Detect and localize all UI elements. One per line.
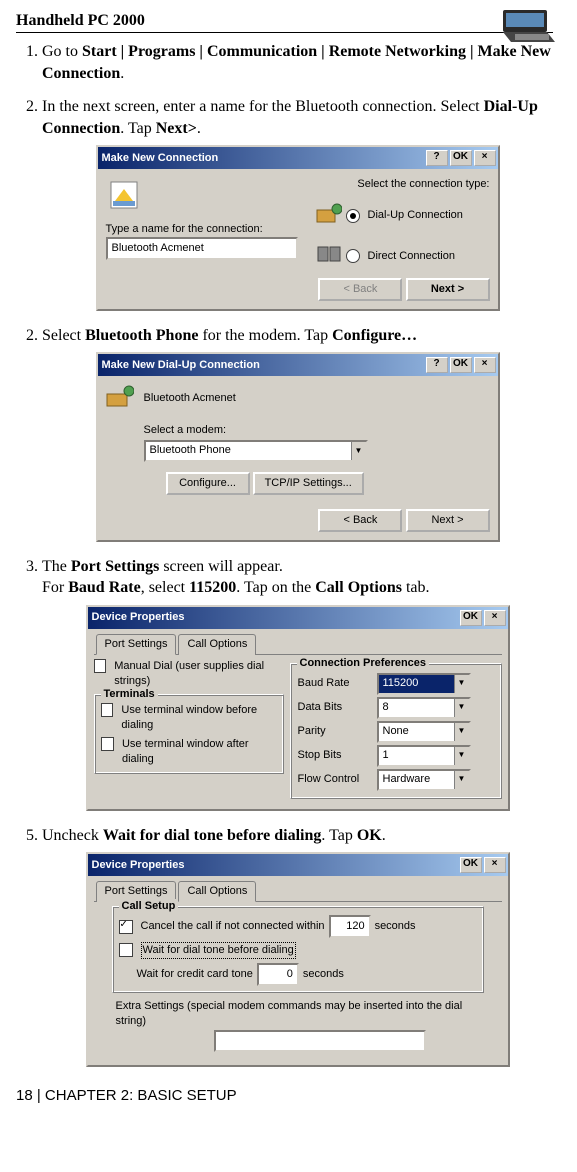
conn-pref-table: Baud Rate 115200▼ Data Bits 8▼ Parity No… — [297, 672, 495, 792]
credit-seconds-input[interactable]: 0 — [257, 963, 299, 986]
step-2: In the next screen, enter a name for the… — [42, 96, 553, 311]
page-footer: 18 | CHAPTER 2: BASIC SETUP — [16, 1087, 553, 1104]
ok-button[interactable]: OK — [450, 150, 472, 166]
data-bits-dropdown[interactable]: 8▼ — [377, 697, 471, 719]
close-button[interactable]: × — [484, 857, 506, 873]
baud-rate-dropdown[interactable]: 115200▼ — [377, 673, 471, 695]
parity-label: Parity — [297, 720, 376, 744]
connection-name-label: Bluetooth Acmenet — [144, 391, 236, 406]
extra-settings-input[interactable] — [214, 1030, 426, 1052]
stop-bits-dropdown[interactable]: 1▼ — [377, 745, 471, 767]
dialup-icon — [316, 202, 342, 229]
parity-dropdown[interactable]: None▼ — [377, 721, 471, 743]
window-title: Device Properties — [92, 858, 458, 873]
terminal-after-checkbox[interactable] — [101, 737, 114, 751]
dialup-radio[interactable] — [346, 209, 360, 223]
window-title: Make New Connection — [102, 151, 424, 166]
select-type-label: Select the connection type: — [316, 177, 490, 192]
chevron-down-icon: ▼ — [454, 723, 469, 741]
conn-pref-group-label: Connection Preferences — [297, 656, 430, 671]
path-text: Start | Programs | Communication | Remot… — [42, 43, 551, 82]
chevron-down-icon: ▼ — [454, 771, 469, 789]
device-properties-port-dialog: Device Properties OK × Port Settings Cal… — [86, 605, 510, 811]
seconds-label-2: seconds — [303, 967, 344, 982]
titlebar: Make New Connection ? OK × — [98, 147, 498, 169]
flow-control-label: Flow Control — [297, 768, 376, 792]
configure-button[interactable]: Configure... — [166, 472, 250, 495]
wait-dial-tone-label: Wait for dial tone before dialing — [141, 942, 296, 959]
connection-name-input[interactable]: Bluetooth Acmenet — [106, 237, 298, 260]
tabs: Port Settings Call Options — [94, 633, 502, 655]
chevron-down-icon: ▼ — [454, 747, 469, 765]
modem-icon — [106, 384, 134, 413]
manual-dial-checkbox[interactable] — [94, 659, 107, 673]
tab-call-options[interactable]: Call Options — [178, 881, 256, 902]
make-new-connection-dialog: Make New Connection ? OK × Type a name f… — [96, 145, 500, 310]
dialup-connection-dialog: Make New Dial-Up Connection ? OK × Bluet… — [96, 352, 500, 541]
chevron-down-icon: ▼ — [351, 442, 366, 460]
terminal-after-label: Use terminal window after dialing — [122, 737, 277, 767]
type-name-label: Type a name for the connection: — [106, 222, 306, 237]
chevron-down-icon: ▼ — [454, 675, 469, 693]
close-button[interactable]: × — [474, 357, 496, 373]
handheld-pc-icon — [501, 8, 557, 49]
next-button[interactable]: Next > — [406, 509, 490, 532]
flow-control-dropdown[interactable]: Hardware▼ — [377, 769, 471, 791]
cancel-seconds-input[interactable]: 120 — [329, 915, 371, 938]
device-properties-call-dialog: Device Properties OK × Port Settings Cal… — [86, 852, 510, 1067]
credit-card-tone-label: Wait for credit card tone — [137, 967, 253, 982]
terminal-before-label: Use terminal window before dialing — [121, 703, 276, 733]
help-button[interactable]: ? — [426, 150, 448, 166]
back-button[interactable]: < Back — [318, 509, 402, 532]
data-bits-label: Data Bits — [297, 696, 376, 720]
step-1: Go to Start | Programs | Communication |… — [42, 41, 553, 84]
step-4: The Port Settings screen will appear. Fo… — [42, 556, 553, 811]
terminals-group-label: Terminals — [101, 687, 158, 702]
cancel-call-checkbox[interactable] — [119, 920, 133, 934]
call-setup-group-label: Call Setup — [119, 899, 179, 914]
wait-dial-tone-checkbox[interactable] — [119, 943, 133, 957]
close-button[interactable]: × — [474, 150, 496, 166]
page-title: Handheld PC 2000 — [16, 12, 553, 33]
titlebar: Device Properties OK × — [88, 607, 508, 629]
close-button[interactable]: × — [484, 610, 506, 626]
tab-call-options[interactable]: Call Options — [178, 634, 256, 655]
connection-icon — [110, 181, 306, 214]
cancel-call-label: Cancel the call if not connected within — [141, 919, 325, 934]
ok-button[interactable]: OK — [460, 610, 482, 626]
select-modem-label: Select a modem: — [144, 423, 490, 438]
ok-button[interactable]: OK — [460, 857, 482, 873]
step-5: Uncheck Wait for dial tone before dialin… — [42, 825, 553, 1068]
direct-radio[interactable] — [346, 249, 360, 263]
tab-port-settings[interactable]: Port Settings — [96, 634, 177, 655]
seconds-label: seconds — [375, 919, 416, 934]
step-3: Select Bluetooth Phone for the modem. Ta… — [42, 325, 553, 542]
stop-bits-label: Stop Bits — [297, 744, 376, 768]
extra-settings-label: Extra Settings (special modem commands m… — [116, 999, 484, 1029]
manual-dial-label: Manual Dial (user supplies dial strings) — [114, 659, 283, 689]
baud-rate-label: Baud Rate — [297, 672, 376, 696]
tcpip-settings-button[interactable]: TCP/IP Settings... — [253, 472, 364, 495]
terminal-before-checkbox[interactable] — [101, 703, 114, 717]
titlebar: Make New Dial-Up Connection ? OK × — [98, 354, 498, 376]
ok-button[interactable]: OK — [450, 357, 472, 373]
window-title: Make New Dial-Up Connection — [102, 358, 424, 373]
help-button[interactable]: ? — [426, 357, 448, 373]
chevron-down-icon: ▼ — [454, 699, 469, 717]
back-button[interactable]: < Back — [318, 278, 402, 301]
steps-list: Go to Start | Programs | Communication |… — [16, 41, 553, 1067]
direct-label: Direct Connection — [368, 249, 455, 264]
window-title: Device Properties — [92, 610, 458, 625]
dialup-label: Dial-Up Connection — [368, 208, 463, 223]
titlebar: Device Properties OK × — [88, 854, 508, 876]
direct-icon — [316, 243, 342, 270]
modem-dropdown[interactable]: Bluetooth Phone ▼ — [144, 440, 368, 462]
next-button[interactable]: Next > — [406, 278, 490, 301]
